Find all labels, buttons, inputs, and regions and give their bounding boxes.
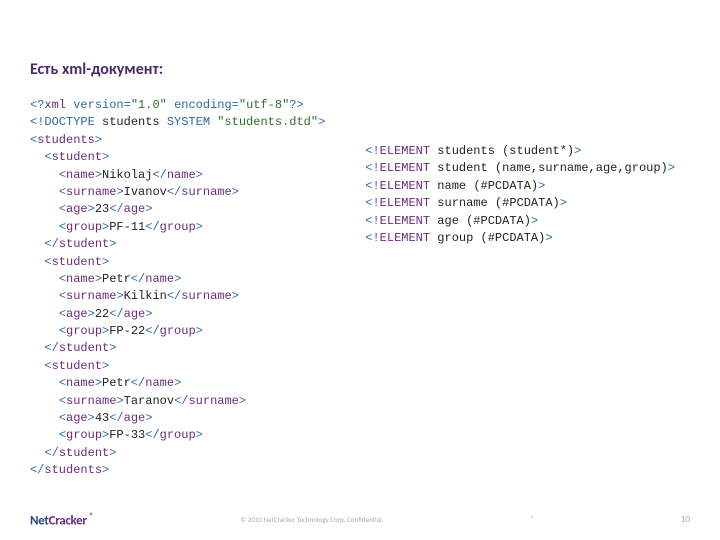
dtd-code-block: <!ELEMENT students (student*)> <!ELEMENT…: [365, 97, 675, 480]
slide-title: Есть xml-документ:: [30, 60, 690, 79]
logo-cracker: Cracker: [49, 513, 87, 528]
page-number: 10: [681, 514, 690, 525]
xml-code-block: <?xml version="1.0" encoding="utf-8"?> <…: [30, 97, 325, 480]
footer: NetCracker ® © 2010 NetCracker Technolog…: [30, 511, 690, 528]
logo-net: Net: [30, 513, 49, 528]
content-area: <?xml version="1.0" encoding="utf-8"?> <…: [30, 97, 690, 480]
logo: NetCracker ®: [30, 511, 94, 528]
footer-star: *: [530, 514, 534, 524]
copyright-text: © 2010 NetCracker Technology Corp. Confi…: [240, 515, 383, 524]
logo-reg: ®: [89, 511, 93, 522]
